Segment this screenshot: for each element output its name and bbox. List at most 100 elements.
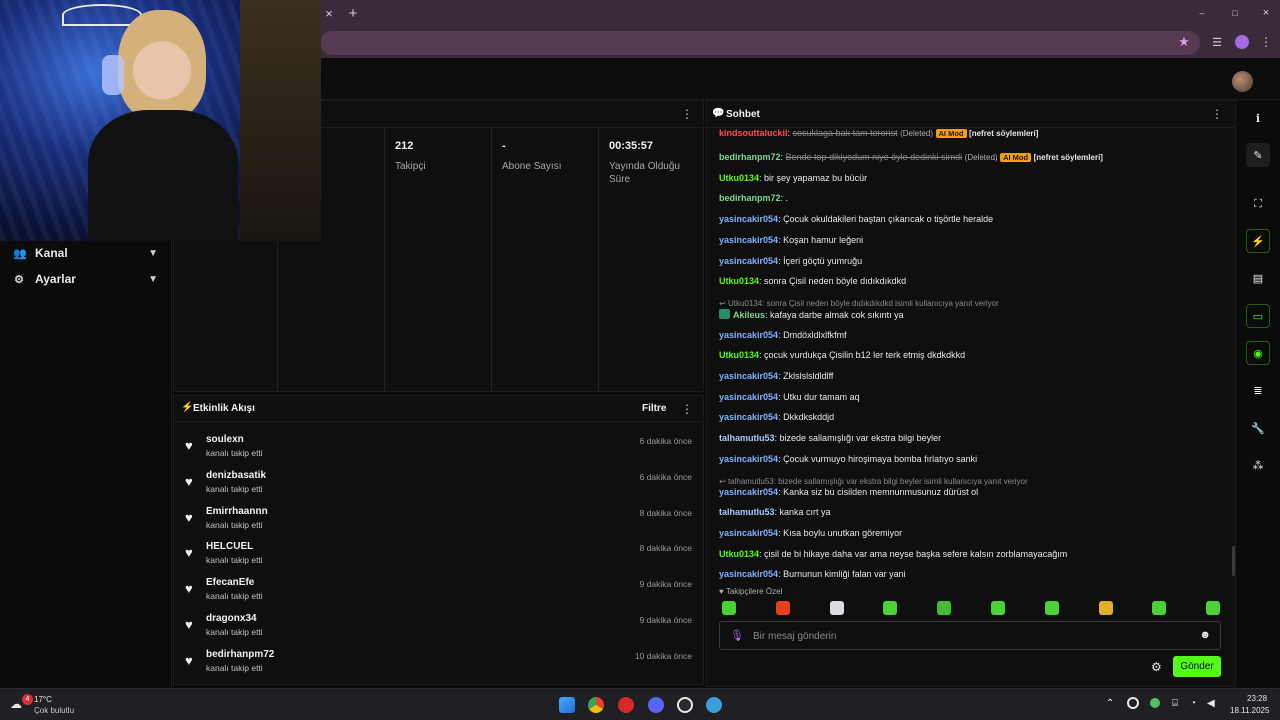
activity-row[interactable]: ♥ bedirhanpm72 kanalı takip etti 10 dakika … [174,646,703,682]
chat-message[interactable]: bedirhanpm72: Bende top dikiyodum niye ö… [719,152,1219,162]
chat-message[interactable]: yasincakir054: Burnunun kimliği falan va… [719,569,1219,579]
microphone-icon[interactable]: 🎙 [730,629,744,642]
chat-message[interactable]: yasincakir054: Utku dur tamam aq [719,392,1219,402]
obs-icon[interactable] [677,697,693,713]
activity-user[interactable]: bedirhanpm72 [206,649,274,660]
emote-icon[interactable] [829,601,844,615]
emote-icon[interactable] [883,601,898,615]
chat-username[interactable]: kindsouttaluckii [719,128,788,138]
chat-message[interactable]: Utku0134: bir şey yapamaz bu bücür [719,173,1219,183]
document-icon[interactable]: ▤ [1246,266,1270,290]
chevron-up-icon[interactable]: ⌃ [1106,698,1114,709]
chat-icon[interactable]: ▭ [1246,304,1270,328]
chat-username[interactable]: yasincakir054 [719,330,778,340]
activity-user[interactable]: HELCUEL [206,541,253,552]
chat-message[interactable]: talhamutlu53: bizede sallamışlığı var ek… [719,433,1219,443]
minimize-button[interactable]: – [1195,5,1209,21]
tray-app-icon[interactable] [1127,697,1139,709]
close-tab-button[interactable]: × [322,6,336,21]
clock-time[interactable]: 23:28 [1247,694,1267,703]
activity-row[interactable]: ♥ soulexn kanalı takip etti 6 dakika önce [174,431,703,467]
sidebar-item-kanal[interactable]: 👥 Kanal ▼ [0,241,172,265]
activity-row[interactable]: ♥ dragonx34 kanalı takip etti 9 dakika önce [174,610,703,646]
layers-icon[interactable]: ≣ [1246,378,1270,402]
avatar[interactable] [1232,71,1253,92]
address-bar[interactable] [320,31,1200,55]
chat-username[interactable]: yasincakir054 [719,487,778,497]
filter-button[interactable]: Filtre [642,403,666,414]
broadcast-icon[interactable]: ◉ [1246,341,1270,365]
chat-username[interactable]: talhamutlu53 [719,433,775,443]
chat-username[interactable]: yasincakir054 [719,412,778,422]
activity-user[interactable]: dragonx34 [206,613,257,624]
chat-username[interactable]: bedirhanpm72 [719,152,781,162]
chat-username[interactable]: yasincakir054 [719,214,778,224]
activity-user[interactable]: EfecanEfe [206,577,254,588]
volume-icon[interactable]: ◀ [1207,698,1215,709]
emote-icon[interactable] [1206,601,1221,615]
chat-message[interactable]: Utku0134: çisil de bi hikaye daha var am… [719,549,1219,559]
chat-message[interactable]: yasincakir054: Koşan hamur leğeni [719,235,1219,245]
new-tab-button[interactable]: + [345,5,361,22]
network-icon[interactable]: ⌸ [1172,698,1178,709]
chat-username[interactable]: yasincakir054 [719,256,778,266]
emote-icon[interactable] [937,601,952,615]
chat-message[interactable]: yasincakir054: Dmdöxldlxlfkfmf [719,330,1219,340]
chat-username[interactable]: yasincakir054 [719,569,778,579]
chat-username[interactable]: Utku0134 [719,549,759,559]
emoji-icon[interactable]: ☻ [1199,629,1211,641]
activity-user[interactable]: denizbasatik [206,470,266,481]
emote-icon[interactable] [722,601,736,615]
stats-menu-icon[interactable]: ⋮ [681,107,693,121]
chat-message[interactable]: Akileus: kafaya darbe almak cok sıkıntı … [719,308,1219,320]
bookmark-star-icon[interactable]: ★ [1176,34,1192,50]
profile-icon[interactable] [1235,35,1249,49]
media-controls-icon[interactable]: ☰ [1209,34,1225,50]
tray-green-icon[interactable] [1150,698,1160,708]
chat-message[interactable]: yasincakir054: Çocuk vurmuyo hiroşimaya … [719,454,1219,464]
activity-row[interactable]: ♥ EfecanEfe kanalı takip etti 9 dakika önce [174,574,703,610]
chat-username[interactable]: Akileus [733,310,765,320]
activity-menu-icon[interactable]: ⋮ [681,402,693,416]
activity-row[interactable]: ♥ HELCUEL kanalı takip etti 8 dakika önce [174,538,703,574]
clock-date[interactable]: 18.11.2025 [1230,706,1269,715]
chat-username[interactable]: yasincakir054 [719,235,778,245]
chat-username[interactable]: bedirhanpm72 [719,193,781,203]
sidebar-item-ayarlar[interactable]: ⚙ Ayarlar ▼ [0,267,172,291]
chat-message[interactable]: Utku0134: çocuk vurdukça Çisilin b12 ler… [719,350,1219,360]
chat-message[interactable]: yasincakir054: Çocuk okuldakileri baştan… [719,214,1219,224]
chat-message[interactable]: kindsouttaluckii: cocuklaga bak tam tero… [719,128,1219,138]
browser-menu-icon[interactable]: ⋮ [1259,34,1273,50]
wrench-icon[interactable]: 🔧 [1246,416,1270,440]
chat-username[interactable]: yasincakir054 [719,454,778,464]
chat-username[interactable]: talhamutlu53 [719,507,775,517]
fullscreen-icon[interactable]: ⛶ [1246,192,1270,216]
chat-scrollbar[interactable] [1232,546,1235,576]
discord-icon[interactable] [648,697,664,713]
lightning-icon[interactable]: ⚡ [1246,229,1270,253]
emote-icon[interactable] [1044,601,1059,615]
emote-icon[interactable] [1152,601,1167,615]
chat-message[interactable]: yasincakir054: Kanka siz bu cisilden mem… [719,487,1219,497]
windows-start-icon[interactable] [559,697,575,713]
emote-icon[interactable] [775,601,790,615]
chat-message[interactable]: Utku0134: sonra Çisil neden böyle dıdıkd… [719,276,1219,286]
emote-icon[interactable] [1098,601,1113,615]
chat-username[interactable]: yasincakir054 [719,371,778,381]
weather-widget[interactable]: ☁ 4 [8,694,33,713]
chat-message[interactable]: yasincakir054: Dkkdkskddjd [719,412,1219,422]
activity-row[interactable]: ♥ Emirrhaannn kanalı takip etti 8 dakika ön… [174,503,703,539]
info-icon[interactable]: ℹ [1246,106,1270,130]
send-button[interactable]: Gönder [1173,656,1221,677]
chat-settings-icon[interactable]: ⚙ [1151,660,1162,674]
chat-menu-icon[interactable]: ⋮ [1211,107,1223,121]
chat-input[interactable]: 🎙 Bir mesaj gönderin ☻ [719,621,1221,650]
chat-username[interactable]: Utku0134 [719,350,759,360]
chat-username[interactable]: Utku0134 [719,276,759,286]
close-window-button[interactable]: × [1259,5,1273,21]
share-icon[interactable]: ⁂ [1246,453,1270,477]
chat-message[interactable]: talhamutlu53: kanka cırt ya [719,507,1219,517]
wifi-icon[interactable]: ◔ [1190,698,1196,709]
settings-app-icon[interactable] [706,697,722,713]
chat-message[interactable]: bedirhanpm72: . [719,193,1219,203]
